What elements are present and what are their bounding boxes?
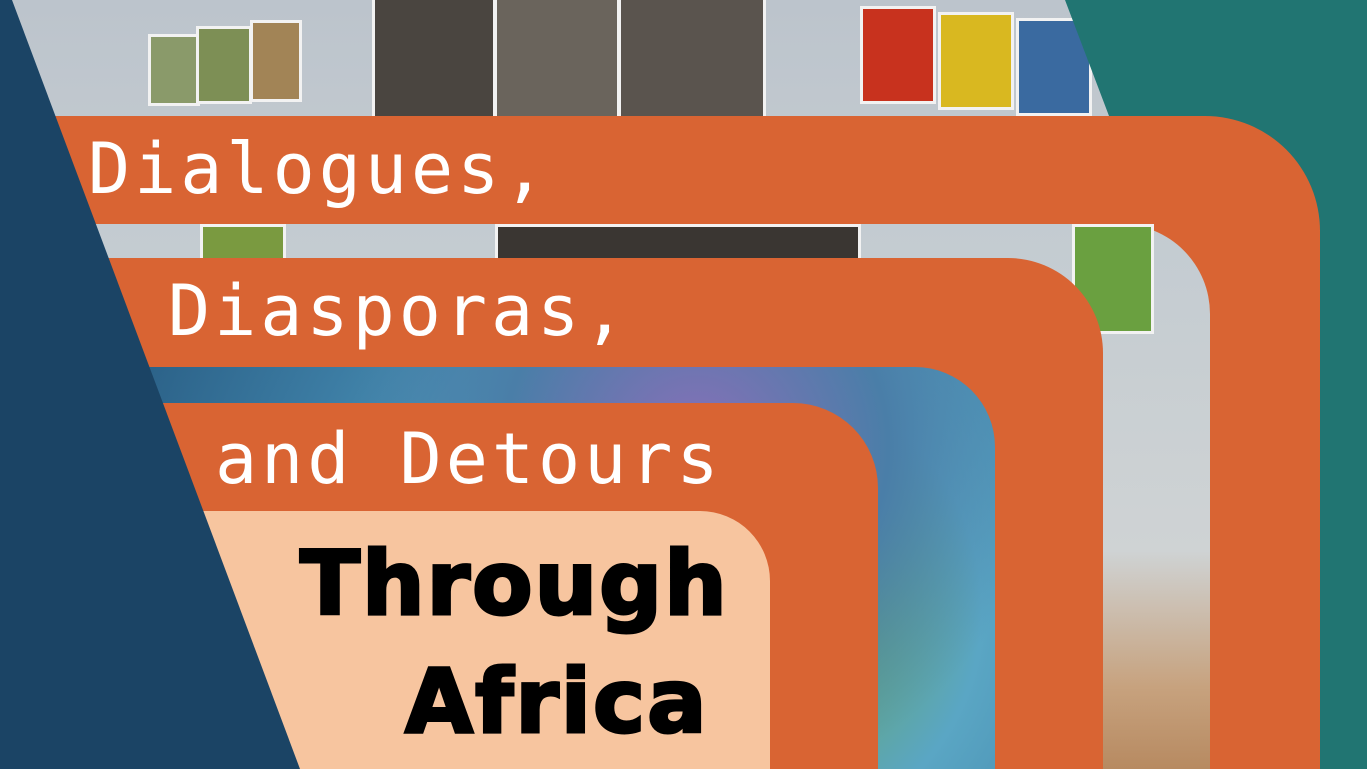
artwork-photo [250, 20, 302, 102]
title-line-and-detours: and Detours [215, 418, 723, 500]
artwork-photo [938, 12, 1014, 110]
artwork-photo [494, 0, 620, 123]
artwork-photo [372, 0, 496, 123]
title-line-diasporas: Diasporas, [168, 270, 630, 352]
artwork-photo [860, 6, 936, 104]
artwork-photo [618, 0, 766, 123]
title-line-africa: Africa [404, 649, 709, 755]
artwork-photo [196, 26, 252, 104]
title-line-dialogues: Dialogues, [88, 128, 550, 210]
title-line-through: Through [299, 531, 729, 637]
artwork-photo [148, 34, 200, 106]
